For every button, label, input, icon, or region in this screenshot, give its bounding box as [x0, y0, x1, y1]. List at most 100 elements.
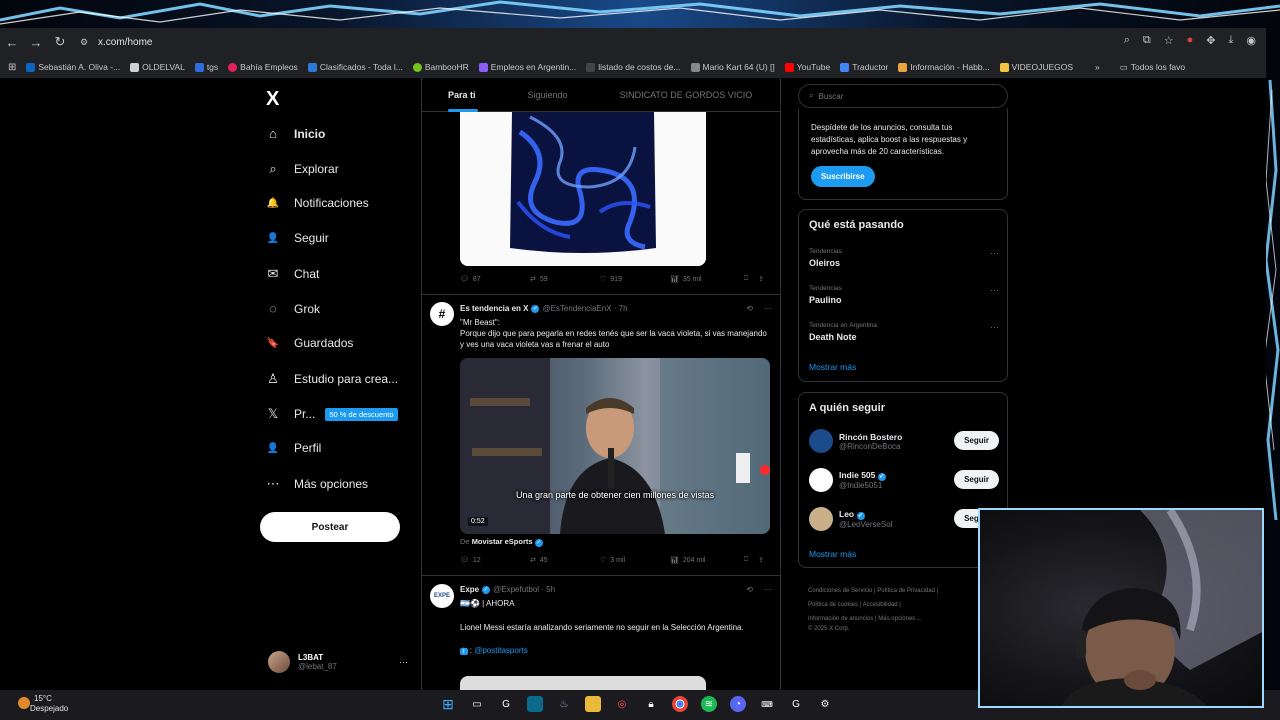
nav-more-options[interactable]: ⋯ Más opciones [266, 476, 369, 492]
app-icon[interactable]: ⌨ [759, 696, 775, 712]
more-icon[interactable]: ··· [990, 248, 999, 258]
views-button[interactable]: 📊︎ 204 mil [670, 556, 740, 565]
source-account[interactable]: Movistar eSports [472, 537, 533, 546]
bookmark-item[interactable]: YouTube [784, 62, 830, 72]
bookmark-item[interactable]: OLDELVAL [130, 62, 185, 72]
share-icon[interactable]: ⇪ [758, 275, 764, 283]
bookmark-item[interactable]: Mario Kart 64 (U) [] [690, 62, 775, 72]
nav-follow[interactable]: 👤 Seguir [266, 231, 329, 245]
repost-button[interactable]: ⇄ 59 [530, 275, 600, 284]
repost-button[interactable]: ⇄ 45 [530, 556, 600, 565]
post-button[interactable]: Postear [260, 512, 400, 542]
bookmark-item[interactable]: BambooHR [412, 62, 469, 72]
tab-following[interactable]: Siguiendo [528, 78, 568, 112]
grok-icon[interactable]: ⟲ [746, 585, 753, 594]
nav-creator-studio[interactable]: ♙ Estudio para crea... [266, 371, 398, 387]
grok-icon[interactable]: ⟲ [746, 304, 753, 313]
bookmark-item[interactable]: Información - Habb... [898, 62, 990, 72]
all-bookmarks-folder[interactable]: ▭ Todos los favo [1120, 62, 1185, 73]
site-info-icon[interactable]: ⚙ [72, 37, 96, 48]
apps-icon[interactable]: ⊞ [8, 62, 16, 73]
more-icon[interactable]: ··· [764, 585, 772, 594]
download-icon[interactable]: ⤓ [1229, 34, 1234, 47]
install-icon[interactable]: ⧉ [1143, 34, 1151, 47]
spotify-icon[interactable]: ≋ [701, 696, 717, 712]
windows-start-icon[interactable]: ⊞ [440, 696, 456, 712]
source-mention[interactable]: @postitasports [474, 646, 527, 655]
app-icon[interactable]: G [788, 696, 804, 712]
nav-grok[interactable]: ◌ Grok [266, 301, 320, 316]
trends-show-more[interactable]: Mostrar más [809, 362, 856, 372]
nav-premium[interactable]: 𝕏 Pr... 50 % de descuento [266, 406, 398, 422]
star-icon[interactable]: ☆ [1164, 34, 1174, 47]
share-icon[interactable]: ⇪ [758, 556, 764, 564]
post-image-jersey[interactable] [460, 112, 706, 266]
follow-button[interactable]: Seguir [954, 470, 999, 489]
reload-icon[interactable]: ↻ [48, 34, 72, 50]
app-badge-icon[interactable]: ◎ [614, 696, 630, 712]
account-switcher[interactable]: L3BAT @lebat_87 ··· [268, 648, 408, 676]
like-button[interactable]: ♡ 3 mil [600, 556, 670, 565]
trend-item[interactable]: Tendencias Oleiros ··· [809, 248, 999, 268]
back-icon[interactable]: ← [0, 35, 24, 50]
extension-red-icon[interactable]: ● [1187, 34, 1194, 47]
forward-icon[interactable]: → [24, 35, 48, 50]
url-input[interactable]: x.com/home [98, 37, 152, 48]
more-icon[interactable]: ··· [399, 657, 408, 667]
file-explorer-icon[interactable] [585, 696, 601, 712]
nav-chat[interactable]: ✉ Chat [266, 266, 320, 282]
bookmark-item[interactable]: tgs [194, 62, 218, 72]
search-input[interactable]: ⌕ Buscar [798, 84, 1008, 108]
views-button[interactable]: 📊︎ 35 mil [670, 275, 740, 284]
nav-home[interactable]: ⌂ Inicio [266, 126, 325, 141]
bookmarks-overflow-icon[interactable]: » [1095, 62, 1100, 72]
bookmark-item[interactable]: VIDEOJUEGOS [999, 62, 1073, 72]
x-logo[interactable]: X [266, 88, 279, 111]
like-button[interactable]: ♡ 919 [600, 275, 670, 284]
bookmark-item[interactable]: Bahía Empleos [228, 62, 298, 72]
bookmark-icon[interactable]: ⎕ [744, 556, 748, 564]
app-icon[interactable]: G [498, 696, 514, 712]
nav-bookmarks[interactable]: 🔖 Guardados [266, 336, 354, 350]
weather-widget[interactable]: 15°C Despejado [18, 694, 68, 714]
author-handle[interactable]: @EsTendenciaEnX · 7h [542, 304, 627, 313]
avatar[interactable]: # [430, 302, 454, 326]
chrome-icon[interactable] [672, 696, 688, 712]
nav-profile[interactable]: 👤 Perfil [266, 441, 322, 455]
zoom-icon[interactable]: ⌕ [1124, 34, 1130, 47]
bookmark-icon[interactable]: ⎕ [744, 275, 748, 283]
follow-suggestion[interactable]: Indie 505 ✓ @Indie5051 Seguir [809, 466, 999, 494]
post-video[interactable]: Una gran parte de obtener cien millones … [460, 358, 770, 534]
bookmark-item[interactable]: Empleos en Argentin... [478, 62, 576, 72]
more-icon[interactable]: ··· [990, 322, 999, 332]
extensions-icon[interactable]: ✥ [1206, 34, 1215, 47]
taskview-icon[interactable] [527, 696, 543, 712]
follow-suggestion[interactable]: Leo ✓ @LeoVerseSol Seguir [809, 505, 999, 533]
nav-explore[interactable]: ⌕ Explorar [266, 161, 338, 177]
author-name[interactable]: Expe [460, 585, 479, 594]
profile-icon[interactable]: ◉ [1246, 34, 1256, 47]
search-icon[interactable]: ▭ [469, 696, 485, 712]
author-handle[interactable]: @Expefutbol · 5h [493, 585, 555, 594]
trend-item[interactable]: Tendencia en Argentina Death Note ··· [809, 322, 999, 342]
post-image-partial[interactable] [460, 676, 706, 690]
trend-item[interactable]: Tendencias Paulino ··· [809, 285, 999, 305]
nav-notifications[interactable]: 🔔 Notificaciones [266, 196, 369, 210]
reply-button[interactable]: 💬︎ 87 [460, 275, 530, 284]
tab-list[interactable]: SINDICATO DE GORDOS VICIO [620, 78, 753, 112]
follow-button[interactable]: Seguir [954, 431, 999, 450]
more-icon[interactable]: ··· [764, 304, 772, 313]
avatar[interactable]: EXPE [430, 584, 454, 608]
subscribe-button[interactable]: Suscribirse [811, 166, 875, 187]
settings-icon[interactable]: ⚙ [817, 696, 833, 712]
follow-suggestion[interactable]: Rincón Bostero @RinconDeBoca Seguir [809, 427, 999, 455]
bookmark-item[interactable]: Traductor [840, 62, 888, 72]
bookmark-item[interactable]: listado de costos de... [586, 62, 681, 72]
tab-for-you[interactable]: Para ti [448, 78, 478, 112]
steam-icon[interactable]: ♨ [556, 696, 572, 712]
follow-show-more[interactable]: Mostrar más [809, 549, 856, 559]
more-icon[interactable]: ··· [990, 285, 999, 295]
bookmark-item[interactable]: Sebastián A. Oliva -... [26, 62, 120, 72]
discord-icon[interactable]: ◔ [730, 696, 746, 712]
lock-icon[interactable]: 🔒︎ [643, 696, 659, 712]
